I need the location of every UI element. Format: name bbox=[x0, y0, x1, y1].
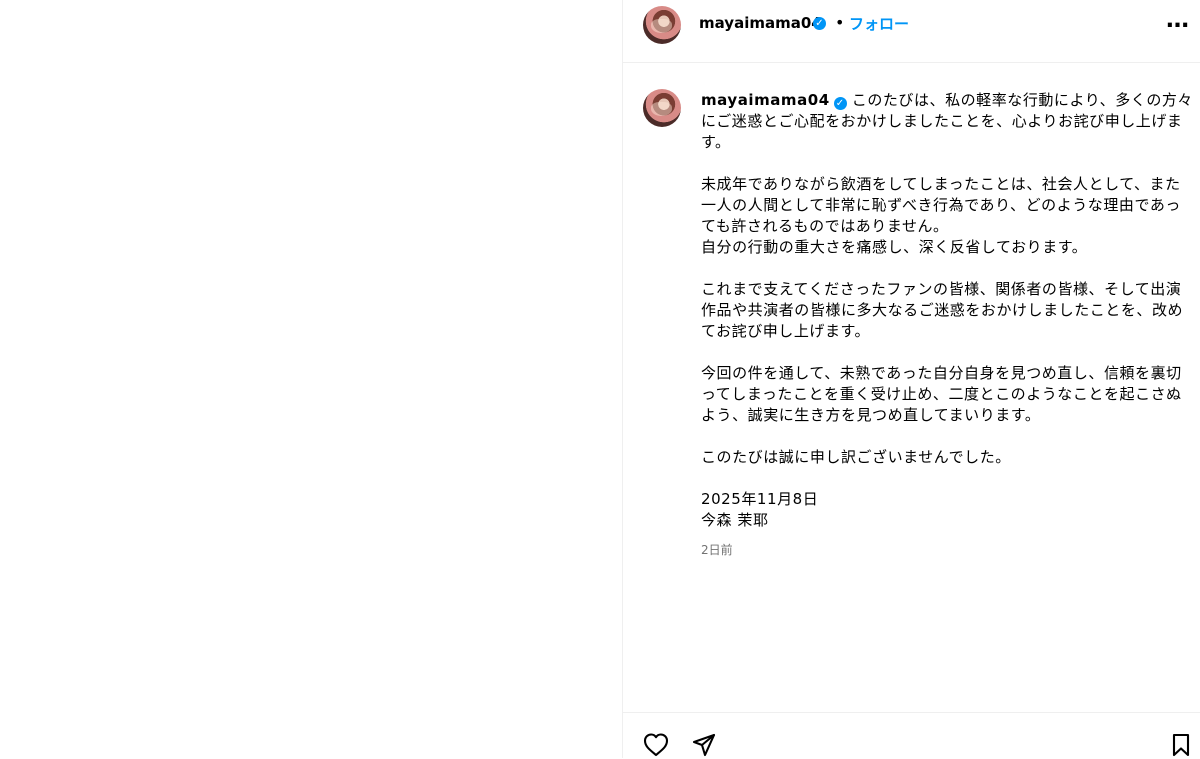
post-timestamp[interactable]: 2日前 bbox=[701, 541, 733, 559]
verified-icon: ✓ bbox=[833, 97, 847, 110]
bookmark-icon[interactable] bbox=[1167, 731, 1195, 759]
caption-body: このたびは、私の軽率な行動により、多くの方々にご迷惑とご心配をおかけしましたこと… bbox=[701, 91, 1193, 529]
post-header: mayaimama04 ✓ • フォロー … bbox=[623, 0, 1200, 63]
follow-button[interactable]: フォロー bbox=[849, 14, 909, 34]
post-details-panel: mayaimama04 ✓ • フォロー … mayaimama04 ✓ このたびは… bbox=[622, 0, 1200, 758]
heart-icon[interactable] bbox=[642, 731, 670, 759]
send-icon[interactable] bbox=[690, 731, 718, 759]
profile-avatar[interactable] bbox=[643, 6, 681, 44]
more-options-icon[interactable]: … bbox=[1166, 9, 1189, 32]
post-actions bbox=[623, 712, 1200, 759]
caption-username[interactable]: mayaimama04 bbox=[701, 91, 830, 109]
verified-icon: ✓ bbox=[813, 17, 826, 30]
separator-dot: • bbox=[835, 13, 845, 32]
media-area bbox=[0, 0, 622, 758]
post-caption: mayaimama04 ✓ このたびは、私の軽率な行動により、多くの方々にご迷惑とご… bbox=[701, 90, 1195, 531]
header-username[interactable]: mayaimama04 bbox=[699, 13, 822, 33]
caption-text-container: mayaimama04 ✓ このたびは、私の軽率な行動により、多くの方々にご迷惑とご… bbox=[701, 90, 1195, 531]
caption-avatar[interactable] bbox=[643, 89, 681, 127]
